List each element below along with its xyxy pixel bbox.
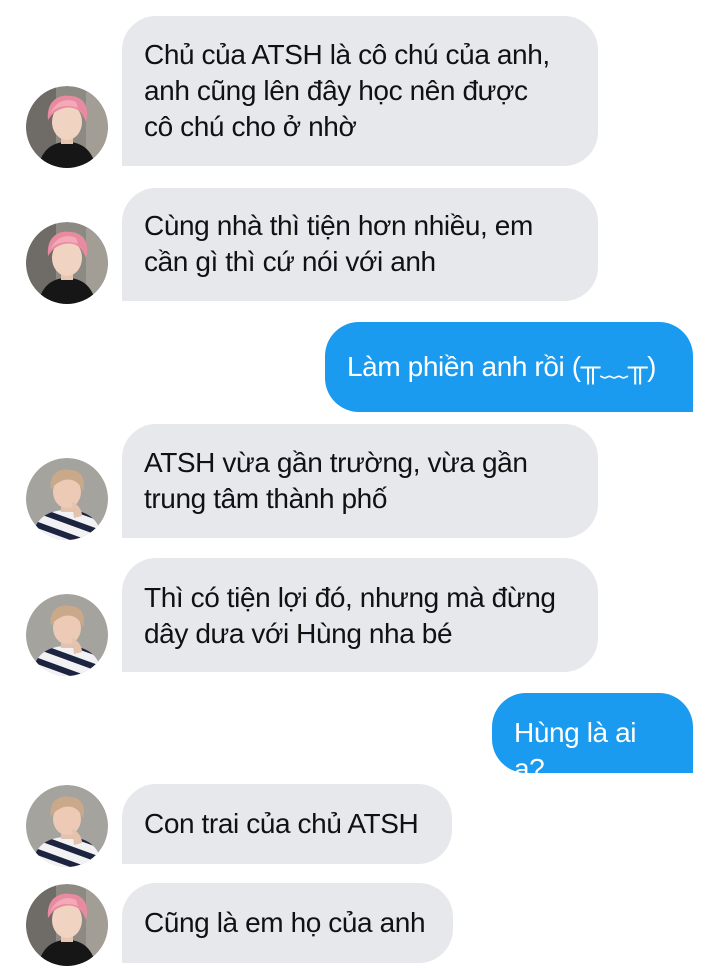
incoming-message-bubble[interactable]: Thì có tiện lợi đó, nhưng mà đừng dây dư… (122, 558, 598, 672)
incoming-message-bubble[interactable]: ATSH vừa gần trường, vừa gần trung tâm t… (122, 424, 598, 538)
contact-avatar-striped-sweater[interactable] (26, 594, 108, 676)
incoming-message-bubble[interactable]: Cũng là em họ của anh (122, 883, 453, 963)
contact-avatar-striped-sweater[interactable] (26, 458, 108, 540)
outgoing-message-bubble[interactable]: Làm phiền anh rồi (╥﹏╥) (325, 322, 693, 412)
incoming-message-bubble[interactable]: Cùng nhà thì tiện hơn nhiều, em cần gì t… (122, 188, 598, 301)
outgoing-message-bubble[interactable]: Hùng là ai ạ? (492, 693, 693, 784)
incoming-message-bubble[interactable]: Con trai của chủ ATSH (122, 784, 452, 864)
contact-avatar-striped-sweater[interactable] (26, 785, 108, 867)
contact-avatar-pink-hair[interactable] (26, 222, 108, 304)
contact-avatar-pink-hair[interactable] (26, 86, 108, 168)
contact-avatar-pink-hair[interactable] (26, 884, 108, 966)
incoming-message-bubble[interactable]: Chủ của ATSH là cô chú của anh, anh cũng… (122, 16, 598, 166)
